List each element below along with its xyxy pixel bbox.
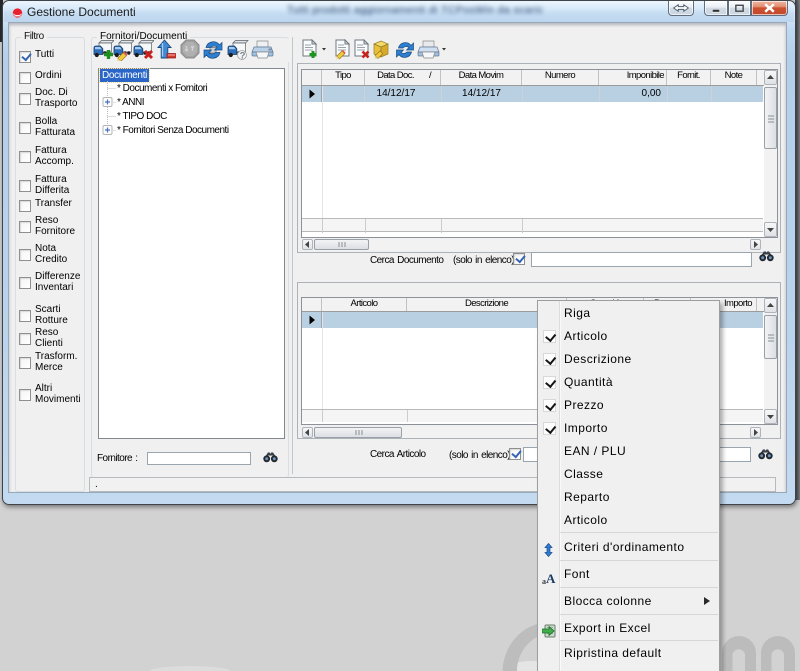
svg-text:A: A — [546, 572, 556, 585]
svg-text:?: ? — [240, 51, 246, 62]
svg-text:a: a — [542, 577, 546, 585]
